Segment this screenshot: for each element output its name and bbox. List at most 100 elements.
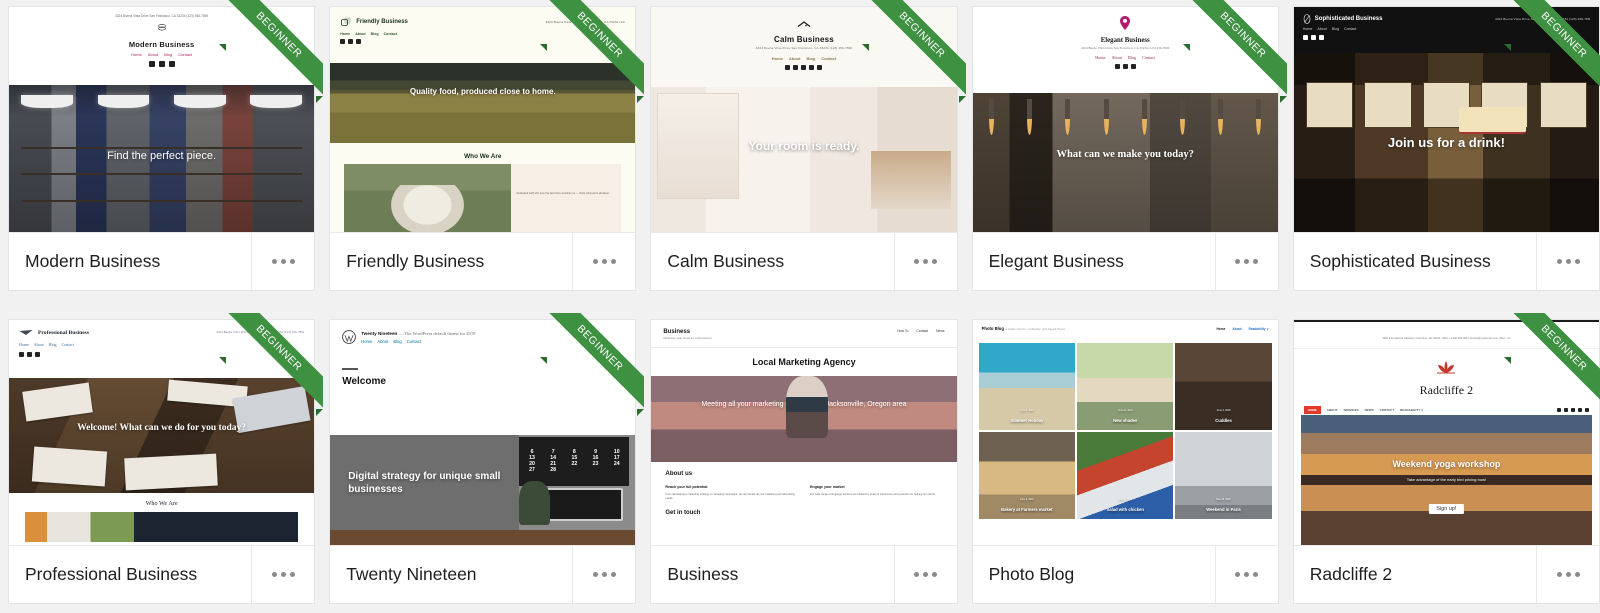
map-pin-icon: [1120, 16, 1131, 30]
theme-title: Calm Business: [667, 251, 785, 271]
theme-card-modern-business[interactable]: BEGINNER 4324 Buena Vista Drive San Fran…: [8, 0, 324, 291]
instagram-icon: [1318, 35, 1324, 40]
nav-item: CONTACT: [1379, 408, 1395, 412]
mail-icon: [1585, 408, 1589, 412]
theme-card-radcliffe-2[interactable]: BEGINNER 4400 International Gateway, Col…: [1292, 313, 1600, 604]
column-heading: Engage your market: [810, 484, 845, 489]
ellipsis-dot: [289, 259, 295, 264]
ellipsis-dot: [1244, 259, 1250, 264]
site-address: 4324 Buena Vista Drive San Francisco, CA…: [216, 330, 305, 335]
post-title: New shades: [1113, 417, 1138, 423]
post-date: June 8, 2019: [1019, 409, 1034, 413]
card-footer: Calm Business: [651, 232, 957, 290]
nav-item: Contact: [916, 329, 929, 333]
theme-card-business[interactable]: Business Marketing made simple for small…: [650, 319, 958, 604]
theme-preview[interactable]: Business Marketing made simple for small…: [651, 320, 957, 545]
ellipsis-dot: [601, 259, 607, 264]
site-address: 4324 Buena Vista Drive San Francisco, CA…: [1495, 16, 1590, 21]
nav-item: Home: [1095, 54, 1106, 60]
section-title: Welcome: [342, 376, 386, 387]
nav-item: About: [788, 55, 801, 61]
section-title: Who We Are: [145, 500, 178, 507]
theme-preview[interactable]: Photo Blog a single column, multicolor, …: [972, 320, 1278, 545]
site-brand: Photo Blog: [981, 326, 1004, 331]
post-title: Salad with chicken: [1106, 506, 1144, 512]
lotus-logo-icon: [1437, 361, 1456, 374]
theme-actions-button[interactable]: [893, 546, 957, 603]
facebook-icon: [340, 39, 346, 44]
ellipsis-dot: [914, 572, 920, 577]
hero-image: 6 7 8 9 10 13 14 15 16 17 20 21 22 23 24 27 28 Digita…: [330, 435, 636, 545]
ellipsis-dot: [1556, 572, 1562, 577]
card-footer: Business: [651, 545, 957, 603]
facebook-icon: [785, 64, 791, 70]
hero-image: Meeting all your marketing needs in the …: [651, 375, 957, 462]
twitter-icon: [158, 61, 165, 67]
theme-title: Twenty Nineteen: [346, 564, 477, 584]
ellipsis-dot: [289, 572, 295, 577]
nav-item: Home: [771, 55, 783, 61]
site-brand: Business: [663, 329, 691, 335]
theme-title: Business: [667, 564, 739, 584]
theme-card-photo-blog[interactable]: Photo Blog a single column, multicolor, …: [971, 319, 1279, 604]
theme-preview[interactable]: Elegant Business 4324 Buena Vista Drive …: [972, 7, 1278, 232]
facebook-icon: [19, 352, 24, 357]
ellipsis-dot: [1565, 259, 1571, 264]
hero-caption: What can we make you today?: [1056, 148, 1194, 160]
post-date: June 1, 2019: [1118, 498, 1133, 502]
theme-actions-button[interactable]: [893, 233, 957, 290]
signup-button[interactable]: Sign up!: [1429, 503, 1464, 514]
theme-actions-button[interactable]: [251, 233, 314, 290]
theme-card-twenty-nineteen[interactable]: BEGINNER Twenty Nineteen — The WordPress…: [329, 313, 645, 604]
theme-actions-button[interactable]: [1214, 233, 1278, 290]
hero-image: Welcome! What can we do for you today?: [9, 378, 315, 493]
theme-preview[interactable]: Twenty Nineteen — The WordPress default …: [330, 320, 636, 545]
theme-card-professional-business[interactable]: BEGINNER Professional Business 4324 Buen…: [8, 313, 324, 604]
ellipsis-dot: [1235, 259, 1241, 264]
theme-preview[interactable]: Calm Business 4324 Buena Vista Drive San…: [651, 7, 957, 232]
theme-actions-button[interactable]: [1214, 546, 1278, 603]
instagram-icon: [35, 352, 40, 357]
hero-image: Quality food, produced close to home.: [330, 63, 636, 143]
theme-preview[interactable]: Sophisticated Business 4324 Buena Vista …: [1293, 7, 1599, 232]
theme-preview[interactable]: Professional Business 4324 Buena Vista D…: [9, 320, 315, 545]
theme-preview[interactable]: 4324 Buena Vista Drive San Francisco, CA…: [9, 7, 315, 232]
theme-preview[interactable]: Friendly Business 4324 Buena Vista Drive…: [330, 7, 636, 232]
theme-title: Friendly Business: [346, 251, 485, 271]
post-title: Weekend in Paris: [1206, 506, 1241, 512]
nav-item: READABILITY ∨: [1400, 408, 1424, 412]
post-date: June 2, 2019: [1019, 498, 1034, 502]
theme-actions-button[interactable]: [1536, 233, 1599, 290]
theme-preview[interactable]: 4400 International Gateway, Columbus, OH…: [1293, 320, 1599, 545]
nav-item: Contact: [61, 342, 75, 347]
nav-item: Contact: [1142, 54, 1156, 60]
card-footer: Elegant Business: [972, 232, 1278, 290]
ellipsis-dot: [1235, 572, 1241, 577]
site-tagline: — The WordPress default theme for 2019: [398, 330, 476, 336]
instagram-icon: [168, 61, 175, 67]
nav-item: Blog: [806, 55, 816, 61]
theme-actions-button[interactable]: [572, 546, 635, 603]
topbar-info: 4400 International Gateway, Columbus, OH…: [1382, 337, 1511, 340]
theme-card-calm-business[interactable]: BEGINNER Calm Business 4324 Buena Vista …: [650, 0, 966, 291]
photo-tile: May 29, 2019 Weekend in Paris: [1175, 431, 1272, 519]
theme-card-elegant-business[interactable]: BEGINNER Elegant Business 4324 Buena Vis…: [971, 0, 1287, 291]
ellipsis-dot: [592, 572, 598, 577]
ellipsis-dot: [1244, 572, 1250, 577]
card-footer: Twenty Nineteen: [330, 545, 636, 603]
hero-caption: Quality food, produced close to home.: [409, 87, 556, 96]
nav-item: Contact: [406, 338, 422, 344]
theme-actions-button[interactable]: [1536, 546, 1599, 603]
hero-caption: Join us for a drink!: [1387, 135, 1505, 151]
nav-item: Readability ∨: [1248, 326, 1269, 331]
theme-card-friendly-business[interactable]: BEGINNER Friendly Business 4324 Buena Vi…: [329, 0, 645, 291]
hero-caption: Digital strategy for unique small busine…: [348, 471, 501, 496]
twitter-icon: [348, 39, 354, 44]
theme-actions-button[interactable]: [572, 233, 635, 290]
ellipsis-dot: [932, 259, 938, 264]
theme-card-sophisticated-business[interactable]: BEGINNER Sophisticated Business 4324 Bue…: [1292, 0, 1600, 291]
nav-item: Blog: [164, 52, 173, 57]
theme-title: Radcliffe 2: [1309, 564, 1393, 584]
theme-actions-button[interactable]: [251, 546, 314, 603]
instagram-icon: [809, 64, 815, 70]
